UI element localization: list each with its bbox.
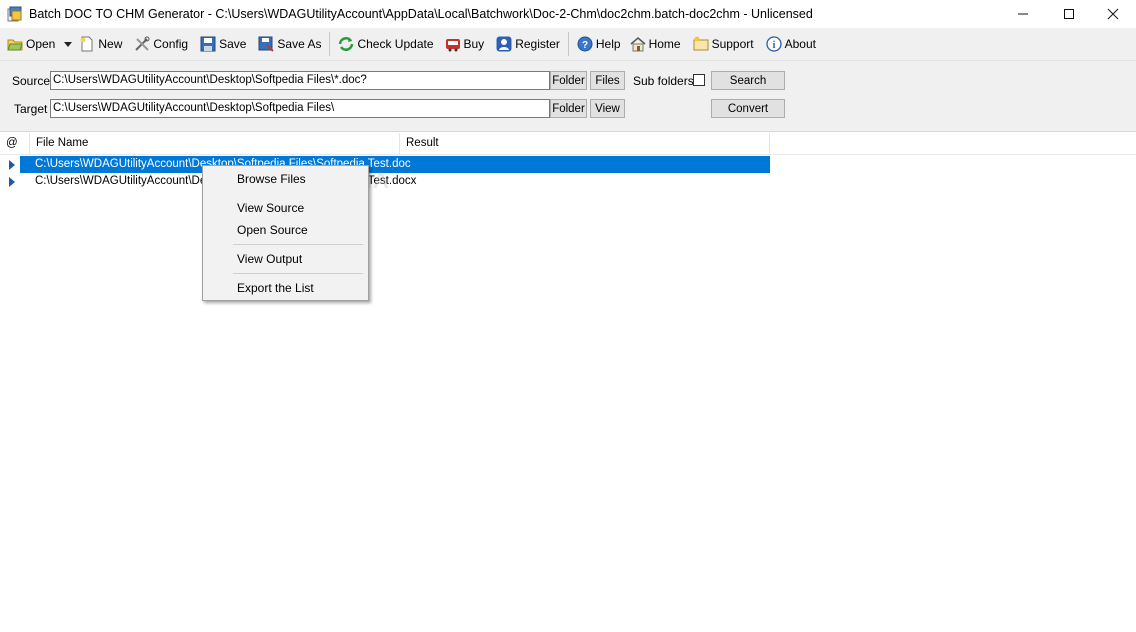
- open-dropdown-arrow-icon[interactable]: [64, 41, 73, 47]
- save-disk-icon: [200, 36, 216, 52]
- home-label: Home: [648, 37, 681, 51]
- menu-separator: [233, 273, 363, 274]
- minimize-icon[interactable]: [1000, 0, 1046, 28]
- menu-item-browse-files[interactable]: Browse Files: [237, 172, 306, 186]
- paths-panel: Source C:\Users\WDAGUtilityAccount\Deskt…: [0, 61, 1136, 132]
- tools-icon: [134, 36, 150, 52]
- window-title: Batch DOC TO CHM Generator - C:\Users\WD…: [29, 7, 813, 21]
- about-label: About: [784, 37, 816, 51]
- svg-text:?: ?: [582, 40, 588, 51]
- shopping-cart-icon: [445, 36, 461, 52]
- check-update-button[interactable]: Check Update: [335, 32, 436, 56]
- home-button[interactable]: Home: [627, 32, 684, 56]
- register-label: Register: [515, 37, 560, 51]
- support-label: Support: [711, 37, 754, 51]
- support-button[interactable]: Support: [690, 32, 757, 56]
- search-button[interactable]: Search: [711, 71, 785, 90]
- toolbar: Open New Config Save Save As Check Updat…: [0, 28, 1136, 61]
- file-list-header: @ File Name Result: [0, 133, 1136, 155]
- column-header-file-name[interactable]: File Name: [30, 133, 400, 154]
- buy-label: Buy: [463, 37, 485, 51]
- convert-button[interactable]: Convert: [711, 99, 785, 118]
- source-files-button[interactable]: Files: [590, 71, 625, 90]
- column-header-status[interactable]: @: [0, 133, 30, 154]
- target-label: Target: [14, 102, 48, 116]
- source-folder-button[interactable]: Folder: [550, 71, 587, 90]
- close-icon[interactable]: [1090, 0, 1136, 28]
- file-name-cell: C:\Users\WDAGUtilityAccount\Desktop\Soft…: [20, 156, 770, 173]
- menu-item-export-list[interactable]: Export the List: [237, 281, 314, 295]
- toolbar-separator: [329, 32, 331, 56]
- new-file-icon: [79, 36, 95, 52]
- buy-button[interactable]: Buy: [442, 32, 488, 56]
- subfolders-checkbox[interactable]: [693, 74, 705, 86]
- menu-separator: [233, 244, 363, 245]
- config-button[interactable]: Config: [131, 32, 191, 56]
- target-path-input[interactable]: C:\Users\WDAGUtilityAccount\Desktop\Soft…: [50, 99, 550, 118]
- open-button[interactable]: Open: [4, 32, 58, 56]
- subfolders-label: Sub folders: [633, 74, 694, 88]
- toolbar-separator: [567, 32, 569, 56]
- save-as-button[interactable]: Save As: [255, 32, 324, 56]
- column-header-result[interactable]: Result: [400, 133, 770, 154]
- save-as-label: Save As: [277, 37, 322, 51]
- check-update-label: Check Update: [357, 37, 434, 51]
- row-expand-arrow-icon[interactable]: [9, 160, 15, 170]
- source-path-input[interactable]: C:\Users\WDAGUtilityAccount\Desktop\Soft…: [50, 71, 550, 90]
- info-icon: i: [765, 36, 782, 52]
- folder-open-icon: [7, 36, 23, 52]
- context-menu: Browse Files View Source Open Source Vie…: [202, 165, 369, 301]
- update-icon: [338, 36, 354, 52]
- menu-item-view-output[interactable]: View Output: [237, 252, 302, 266]
- help-icon: ?: [577, 36, 593, 52]
- new-label: New: [98, 37, 123, 51]
- help-button[interactable]: ? Help: [574, 32, 624, 56]
- save-button[interactable]: Save: [197, 32, 249, 56]
- register-user-icon: [496, 36, 512, 52]
- title-bar: Batch DOC TO CHM Generator - C:\Users\WD…: [0, 0, 1136, 28]
- register-button[interactable]: Register: [493, 32, 563, 56]
- maximize-icon[interactable]: [1046, 0, 1092, 28]
- save-as-disk-icon: [258, 36, 275, 52]
- open-label: Open: [26, 37, 56, 51]
- home-icon: [630, 36, 646, 52]
- support-icon: [693, 36, 709, 52]
- new-button[interactable]: New: [76, 32, 125, 56]
- app-icon: [7, 6, 23, 22]
- config-label: Config: [153, 37, 189, 51]
- help-label: Help: [595, 37, 621, 51]
- menu-item-open-source[interactable]: Open Source: [237, 223, 308, 237]
- target-folder-button[interactable]: Folder: [550, 99, 587, 118]
- save-label: Save: [219, 37, 247, 51]
- target-view-button[interactable]: View: [590, 99, 625, 118]
- row-expand-arrow-icon[interactable]: [9, 177, 15, 187]
- about-button[interactable]: i About: [763, 32, 819, 56]
- svg-text:i: i: [772, 40, 775, 51]
- source-label: Source: [12, 74, 51, 88]
- menu-item-view-source[interactable]: View Source: [237, 201, 304, 215]
